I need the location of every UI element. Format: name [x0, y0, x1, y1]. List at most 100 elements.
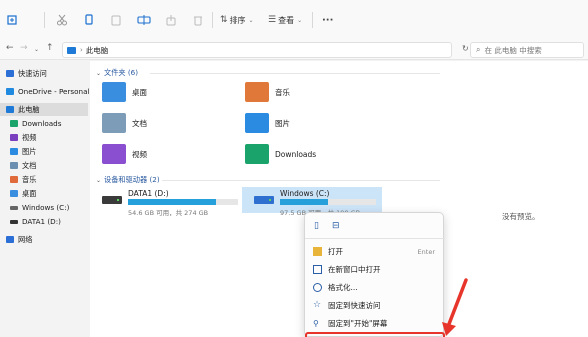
network-icon [6, 236, 14, 243]
windows-drive-icon [254, 196, 274, 204]
sidebar-item-quick-access[interactable]: 快速访问 [6, 67, 47, 80]
menu-item-pin-quick-access[interactable]: ☆ 固定到快速访问 [305, 297, 445, 314]
sidebar-item-label: 音乐 [22, 174, 37, 184]
preview-pane-text: 没有预览。 [502, 212, 540, 221]
sidebar-item-onedrive[interactable]: OneDrive - Personal [6, 85, 90, 98]
drives-section-header[interactable]: ⌄ 设备和驱动器 (2) [96, 175, 160, 185]
folder-label: 视频 [132, 149, 147, 159]
document-folder-icon [10, 162, 18, 169]
drive-name: DATA1 (D:) [128, 189, 169, 198]
drive-icon [10, 205, 18, 210]
folders-section-header[interactable]: ⌄ 文件夹 (6) [96, 68, 138, 78]
rename-icon[interactable]: ⊟ [332, 221, 342, 231]
sidebar-item-label: 视频 [22, 132, 37, 142]
context-menu-quick-actions: ▯ ⊟ [305, 213, 445, 239]
search-box[interactable]: ⌕ 在 此电脑 中搜索 [470, 42, 584, 58]
recent-dropdown-icon[interactable]: ⌄ [34, 46, 39, 53]
picture-folder-icon [10, 148, 18, 155]
sort-button[interactable]: ⇅ 排序 ⌄ [220, 12, 254, 28]
menu-item-open-new-window[interactable]: 在新窗口中打开 [305, 261, 445, 278]
sidebar-item-drive-c[interactable]: Windows (C:) [10, 201, 69, 214]
rename-icon[interactable] [137, 12, 151, 28]
sidebar-item-label: 快速访问 [18, 68, 47, 78]
drive-size: 54.6 GB 可用，共 274 GB [128, 209, 209, 217]
divider [162, 180, 440, 181]
star-icon [6, 70, 14, 77]
desktop-folder-icon [10, 190, 18, 197]
context-menu: ▯ ⊟ 打开 Enter 在新窗口中打开 格式化... ☆ 固定到快速访问 ⚲ … [304, 212, 445, 337]
music-folder-icon [245, 82, 269, 102]
chevron-down-icon: ⌄ [248, 16, 254, 24]
format-icon [313, 283, 322, 292]
menu-item-format[interactable]: 格式化... [305, 279, 445, 296]
up-icon[interactable]: ↑ [46, 43, 54, 53]
sidebar-item-label: Windows (C:) [22, 203, 70, 212]
delete-icon[interactable] [192, 12, 204, 28]
desktop-folder-icon [102, 82, 126, 102]
share-icon[interactable] [165, 12, 177, 28]
folder-label: 文档 [132, 118, 147, 128]
refresh-icon[interactable]: ↻ [462, 44, 469, 53]
address-bar[interactable]: › 此电脑 [62, 42, 452, 58]
video-folder-icon [10, 134, 18, 141]
divider [150, 73, 440, 74]
music-folder-icon [10, 176, 18, 183]
breadcrumb-separator-icon: › [80, 46, 83, 54]
folder-videos[interactable]: 视频 [102, 144, 147, 164]
folder-label: 图片 [275, 118, 290, 128]
cut-icon[interactable] [56, 12, 68, 28]
sidebar-item-drive-d[interactable]: DATA1 (D:) [10, 215, 61, 228]
menu-item-label: 打开 [328, 247, 343, 256]
sidebar-item-label: Downloads [22, 119, 62, 128]
chevron-down-icon: ⌄ [96, 69, 102, 77]
folder-music[interactable]: 音乐 [245, 82, 290, 102]
drive-icon [102, 196, 122, 204]
folder-open-icon [313, 247, 322, 256]
sidebar-item-music[interactable]: 音乐 [10, 173, 36, 186]
document-folder-icon [102, 113, 126, 133]
section-title: 文件夹 (6) [104, 68, 139, 77]
sidebar-item-pictures[interactable]: 图片 [10, 145, 36, 158]
download-folder-icon [10, 120, 18, 127]
folder-downloads[interactable]: Downloads [245, 144, 316, 164]
back-icon[interactable]: ← [6, 43, 14, 53]
new-icon[interactable] [6, 12, 18, 28]
menu-item-open[interactable]: 打开 Enter [305, 243, 445, 260]
more-options-button[interactable]: ··· [322, 12, 333, 28]
sidebar-item-videos[interactable]: 视频 [10, 131, 36, 144]
toolbar-divider [44, 12, 45, 28]
cloud-icon [6, 88, 14, 95]
drive-name: Windows (C:) [280, 189, 330, 198]
copy-icon[interactable] [83, 12, 95, 28]
folder-desktop[interactable]: 桌面 [102, 82, 147, 102]
sidebar-item-desktop[interactable]: 桌面 [10, 187, 36, 200]
folder-pictures[interactable]: 图片 [245, 113, 290, 133]
highlight-box [305, 332, 445, 337]
forward-icon[interactable]: → [20, 43, 28, 53]
section-title: 设备和驱动器 (2) [104, 175, 160, 184]
menu-item-label: 固定到快速访问 [328, 301, 381, 310]
search-placeholder: 在 此电脑 中搜索 [484, 45, 542, 55]
chevron-down-icon: ⌄ [297, 16, 303, 24]
drive-c[interactable]: Windows (C:) 97.5 GB 可用，共 199 GB [242, 187, 382, 217]
paste-icon[interactable] [110, 12, 122, 28]
picture-folder-icon [245, 113, 269, 133]
folder-label: Downloads [275, 149, 317, 159]
copy-icon[interactable]: ▯ [314, 221, 324, 231]
sidebar-item-label: OneDrive - Personal [18, 87, 90, 96]
computer-icon [67, 46, 76, 54]
command-bar: ⇅ 排序 ⌄ ☰ 查看 ⌄ ··· [0, 0, 588, 40]
sidebar-item-this-pc[interactable]: 此电脑 [0, 103, 88, 116]
folder-documents[interactable]: 文档 [102, 113, 147, 133]
view-button[interactable]: ☰ 查看 ⌄ [268, 12, 302, 28]
sidebar-item-network[interactable]: 网络 [6, 233, 32, 246]
sidebar-item-documents[interactable]: 文档 [10, 159, 36, 172]
menu-item-pin-start[interactable]: ⚲ 固定到"开始"屏幕 [305, 315, 445, 332]
sidebar-item-downloads[interactable]: Downloads [10, 117, 61, 130]
download-folder-icon [245, 144, 269, 164]
sidebar-item-label: DATA1 (D:) [22, 217, 61, 226]
drive-d[interactable]: DATA1 (D:) 54.6 GB 可用，共 274 GB [90, 187, 240, 217]
pin-icon: ⚲ [313, 319, 319, 328]
drive-usage-bar [128, 199, 238, 205]
folder-label: 音乐 [275, 87, 290, 97]
